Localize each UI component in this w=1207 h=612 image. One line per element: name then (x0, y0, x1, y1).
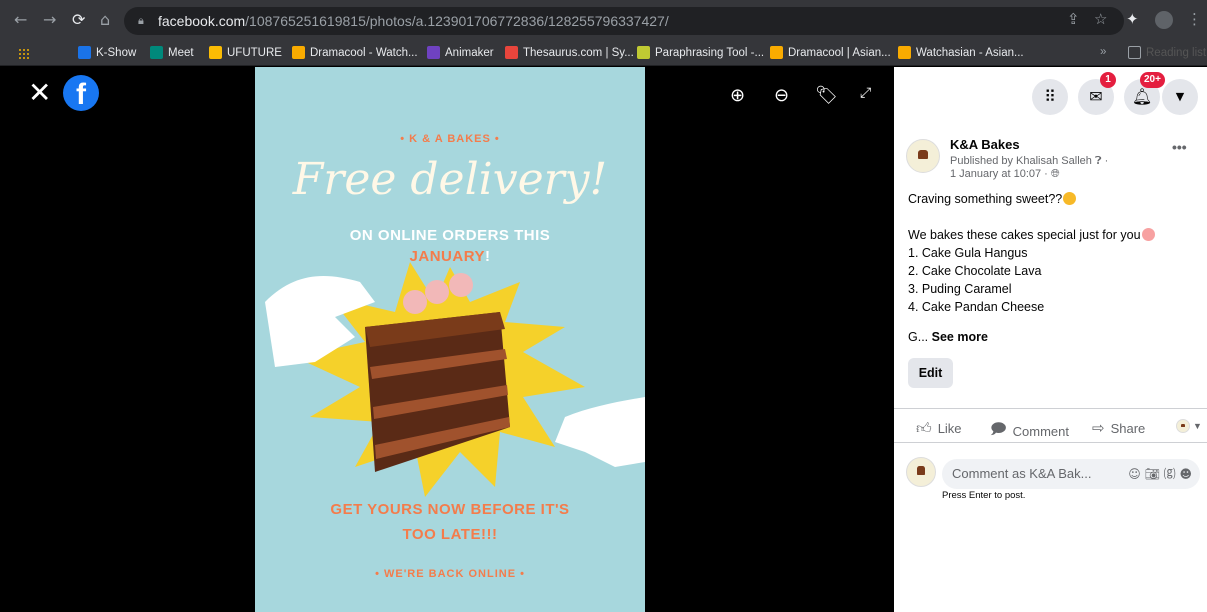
extensions-icon[interactable]: ✦ (1126, 10, 1139, 28)
press-enter-hint: Press Enter to post. (942, 490, 1026, 501)
post-line: Craving something sweet?? (908, 190, 1198, 208)
divider (894, 408, 1207, 409)
chrome-menu-icon[interactable]: ⋮ (1187, 10, 1202, 28)
published-by: Published by Khalisah Salleh ❓︎ · (950, 155, 1109, 167)
post-line (908, 208, 1198, 226)
avatar[interactable] (906, 139, 940, 173)
bookmark-meet[interactable]: Meet (150, 46, 194, 59)
forward-icon[interactable]: → (43, 10, 56, 29)
bookmark-paraphrasing-tool[interactable]: Paraphrasing Tool -... (637, 46, 764, 59)
see-more-row: G... See more (908, 330, 988, 344)
see-more-link[interactable]: See more (932, 330, 988, 344)
browser-toolbar: ← → ⟳ ⌂ 🔒︎ facebook.com/108765251619815/… (0, 0, 1207, 42)
reading-list-button[interactable]: Reading list (1128, 46, 1206, 59)
bookmark-watchasian[interactable]: Watchasian - Asian... (898, 46, 1024, 59)
address-bar[interactable]: 🔒︎ facebook.com/108765251619815/photos/a… (124, 7, 1124, 35)
like-button[interactable]: 👍︎ Like (916, 419, 962, 438)
poster-subline: ON ONLINE ORDERS THIS (349, 227, 551, 244)
post-line: 3. Puding Caramel (908, 282, 1012, 296)
bookmark-dramacool-asian[interactable]: Dramacool | Asian... (770, 46, 891, 59)
share-page-icon[interactable]: ⇪ (1067, 10, 1080, 28)
emoji-picker-icon[interactable]: ☺ (1128, 467, 1141, 481)
profile-avatar[interactable] (1155, 11, 1173, 29)
post-panel: ⠿ ✉ 1 🔔︎ 20+ ▼ K&A Bakes Published by Kh… (894, 67, 1207, 612)
home-icon[interactable]: ⌂ (100, 10, 110, 29)
messenger-badge: 1 (1100, 72, 1116, 88)
comment-tools: ☺ 📷︎ ⒢ ☻ (1128, 459, 1192, 489)
lock-icon: 🔒︎ (138, 15, 144, 27)
bookmark-k-show[interactable]: K-Show (78, 46, 136, 59)
avatar (1176, 419, 1190, 433)
bookmarks-bar: K-Show Meet UFUTURE Dramacool - Watch...… (0, 42, 1207, 66)
facebook-logo[interactable]: f (63, 75, 99, 111)
comment-input[interactable]: Comment as K&A Bak... ☺ 📷︎ ⒢ ☻ (942, 459, 1200, 489)
edit-button[interactable]: Edit (908, 358, 953, 388)
camera-icon[interactable]: 📷︎ (1145, 467, 1160, 481)
info-icon: ❓︎ (1094, 155, 1102, 167)
page-name[interactable]: K&A Bakes (950, 137, 1020, 152)
account-menu-icon[interactable]: ▼ (1162, 79, 1198, 115)
close-icon[interactable]: ✕ (28, 79, 51, 107)
poster-headline: Free delivery! (292, 154, 608, 205)
post-as-selector[interactable]: ▼ (1176, 419, 1202, 433)
reload-icon[interactable]: ⟳ (72, 10, 85, 29)
post-line: 4. Cake Pandan Cheese (908, 300, 1045, 314)
gif-icon[interactable]: ⒢ (1164, 467, 1176, 481)
emoji-icon (1141, 228, 1155, 241)
post-line: We bakes these cakes special just for yo… (908, 226, 1198, 244)
poster-footer: • WE'RE BACK ONLINE • (375, 568, 525, 580)
notifications-badge: 20+ (1140, 72, 1165, 88)
divider (894, 442, 1207, 443)
sticker-icon[interactable]: ☻ (1179, 467, 1192, 481)
avatar (906, 457, 936, 487)
zoom-in-icon[interactable]: ⊕ (730, 85, 745, 106)
bookmark-dramacool-watch[interactable]: Dramacool - Watch... (292, 46, 418, 59)
comment-button[interactable]: 🗩 Comment (990, 419, 1069, 444)
comment-icon: 🗩 (990, 420, 1007, 438)
post-line: 1. Cake Gula Hangus (908, 246, 1028, 260)
bookmark-ufuture[interactable]: UFUTURE (209, 46, 282, 59)
chevron-down-icon: ▼ (1193, 421, 1202, 431)
poster-brand: • K & A BAKES • (400, 133, 500, 145)
post-line: 2. Cake Chocolate Lava (908, 264, 1042, 278)
bookmark-animaker[interactable]: Animaker (427, 46, 494, 59)
apps-icon[interactable] (18, 48, 30, 60)
poster-subline-month: JANUARY! (409, 248, 491, 265)
tag-icon[interactable]: 🏷︎ (815, 85, 838, 106)
globe-icon: 🌐︎ (1050, 168, 1060, 180)
menu-grid-icon[interactable]: ⠿ (1032, 79, 1068, 115)
bookmarks-overflow-icon[interactable]: » (1100, 46, 1106, 58)
post-date[interactable]: 1 January at 10:07 · 🌐︎ (950, 168, 1060, 181)
photo: • K & A BAKES • Free delivery! ON ONLINE… (255, 67, 645, 612)
back-icon[interactable]: ← (14, 10, 27, 29)
fullscreen-icon[interactable]: ⤢ (860, 85, 871, 101)
bookmark-star-icon[interactable]: ☆ (1094, 10, 1107, 28)
more-options-icon[interactable]: ••• (1172, 139, 1187, 155)
share-button[interactable]: ⇨ Share (1092, 419, 1145, 437)
url-path: /108765251619815/photos/a.12390170677283… (245, 13, 669, 29)
share-icon: ⇨ (1092, 419, 1105, 437)
poster-cta-line-1: GET YOURS NOW BEFORE IT'S (330, 501, 570, 518)
photo-viewer: ✕ f ⊕ ⊖ 🏷︎ ⤢ • K & A BAKES • Free delive… (0, 67, 894, 612)
zoom-out-icon[interactable]: ⊖ (774, 85, 789, 106)
post-text: Craving something sweet?? We bakes these… (908, 190, 1198, 316)
url-domain: facebook.com (158, 13, 246, 29)
emoji-icon (1063, 192, 1077, 205)
thumbs-up-icon: 👍︎ (916, 419, 932, 437)
bookmark-thesaurus[interactable]: Thesaurus.com | Sy... (505, 46, 634, 59)
poster-cta-line-2: TOO LATE!!! (402, 526, 498, 543)
